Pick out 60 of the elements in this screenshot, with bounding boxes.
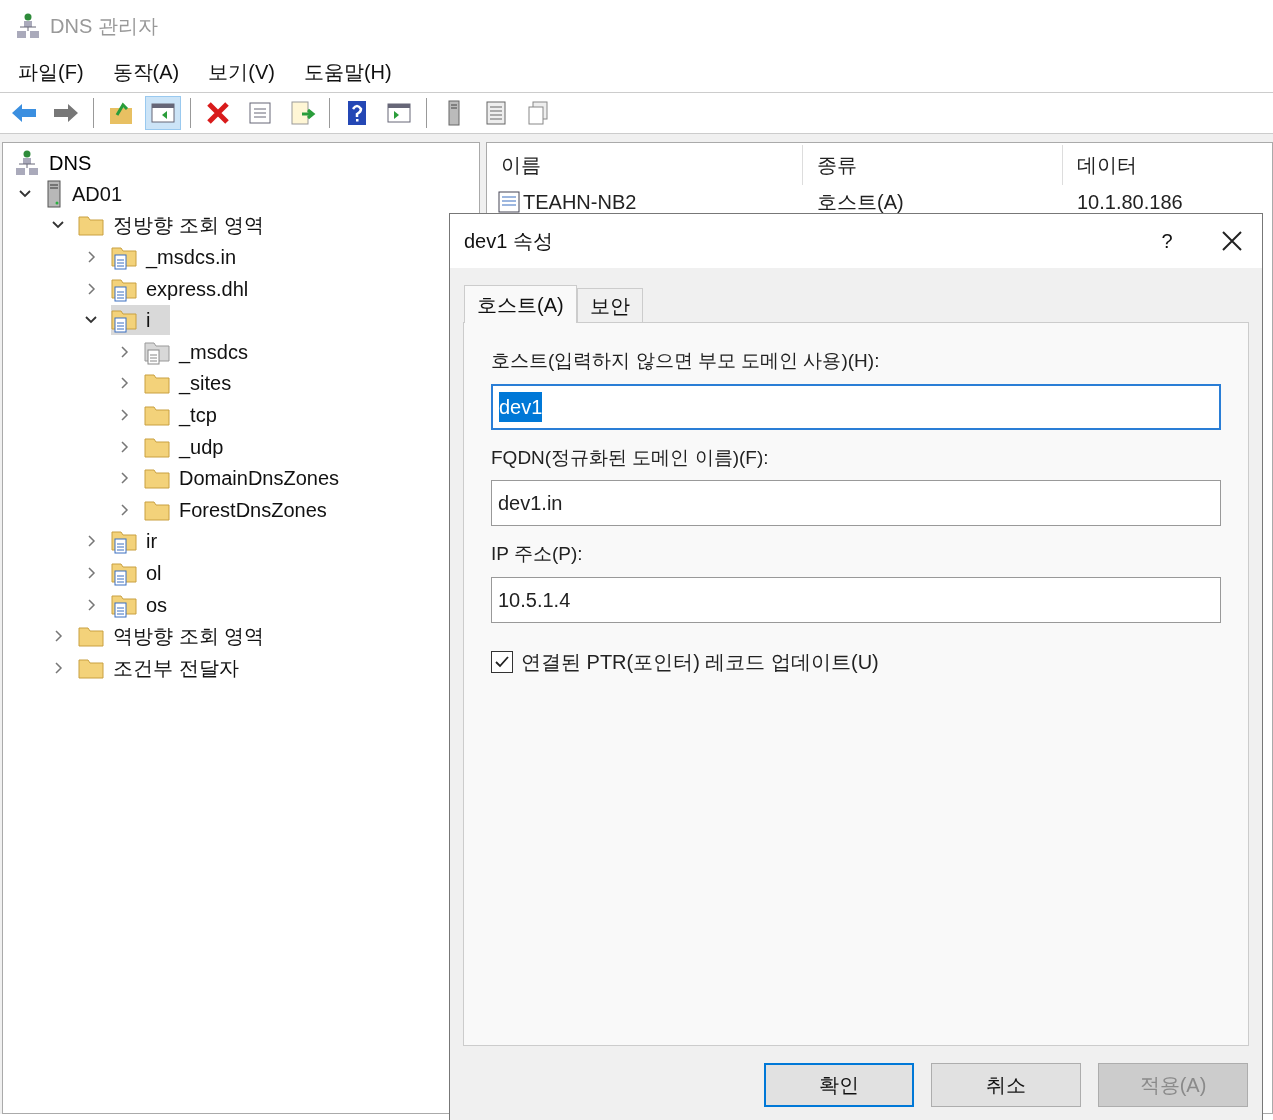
tree-item[interactable]: 역방향 조회 영역 [78, 621, 285, 652]
field-label: 호스트(입력하지 않으면 부모 도메인 사용)(H): [491, 349, 881, 373]
tree-item[interactable]: _tcp [144, 399, 237, 430]
zone-folder-icon [111, 244, 137, 270]
column-header[interactable]: 데이터 [1063, 145, 1272, 185]
tree-item[interactable]: DNS [49, 147, 92, 178]
column-header[interactable]: 종류 [803, 145, 1063, 185]
checkbox-label: 연결된 PTR(포인터) 레코드 업데이트(U) [521, 649, 879, 675]
folder-icon [144, 372, 170, 395]
network-icon [16, 13, 40, 39]
dialog-button[interactable]: 확인 [764, 1063, 914, 1107]
tree-item[interactable]: i [111, 305, 171, 336]
folder-icon [144, 467, 170, 490]
table-cell-text: TEAHN-NB2 [523, 190, 637, 215]
server-icon [45, 179, 63, 208]
tree-item[interactable]: _msdcs.in [111, 242, 257, 272]
dialog-title: dev1 속성 [464, 229, 554, 254]
export-list-icon [288, 99, 316, 127]
close-icon [1221, 230, 1243, 252]
zone-folder-icon [111, 307, 137, 334]
checkbox[interactable] [491, 650, 513, 673]
field-label: FQDN(정규화된 도메인 이름)(F): [491, 445, 770, 470]
tree-item[interactable]: DomainDnsZones [144, 463, 360, 494]
tree-item[interactable]: _msdcs [144, 336, 268, 367]
tree-item[interactable]: 정방향 조회 영역 [78, 210, 285, 241]
folder-icon [144, 435, 170, 458]
text-field[interactable]: dev1.in [491, 480, 1221, 526]
folder-icon [78, 656, 104, 679]
folder-icon [78, 214, 104, 237]
text-field[interactable]: dev1 [491, 383, 1221, 430]
toolbar-button[interactable] [145, 96, 181, 130]
table-cell-text: 호스트(A) [817, 190, 904, 215]
tree-item[interactable]: express.dhl [111, 273, 269, 304]
properties-icon [246, 99, 274, 127]
tree-item[interactable]: AD01 [45, 178, 143, 209]
folder-icon [78, 625, 104, 648]
tree-item[interactable]: _sites [144, 368, 252, 399]
folder-icon [144, 498, 170, 521]
menu-item[interactable]: 보기(V) [198, 57, 285, 87]
help-button[interactable]: ? [1142, 221, 1192, 261]
tree-item[interactable]: _udp [144, 431, 244, 462]
tree-item[interactable]: ir [111, 526, 178, 557]
tree-item[interactable]: 조건부 전달자 [78, 652, 259, 683]
tree-item[interactable]: ol [111, 557, 182, 588]
menu-item[interactable]: 도움말(H) [293, 57, 402, 87]
network-icon [15, 149, 39, 176]
menu-item[interactable]: 파일(F) [8, 57, 94, 87]
tab[interactable]: 보안 [576, 288, 643, 322]
zone-folder-icon [111, 528, 137, 555]
column-header[interactable]: 이름 [487, 145, 803, 185]
field-label: IP 주소(P): [491, 542, 584, 566]
window-title: DNS 관리자 [50, 14, 158, 39]
tab[interactable]: 호스트(A) [464, 285, 577, 323]
folder-icon [144, 403, 170, 426]
tree-item[interactable]: ForestDnsZones [144, 494, 347, 525]
table-cell-text: 10.1.80.186 [1077, 190, 1183, 215]
text-field[interactable]: 10.5.1.4 [491, 576, 1221, 623]
tree-item[interactable]: os [111, 589, 188, 620]
menu-item[interactable]: 동작(A) [102, 57, 190, 87]
dialog-button[interactable]: 취소 [931, 1063, 1081, 1107]
